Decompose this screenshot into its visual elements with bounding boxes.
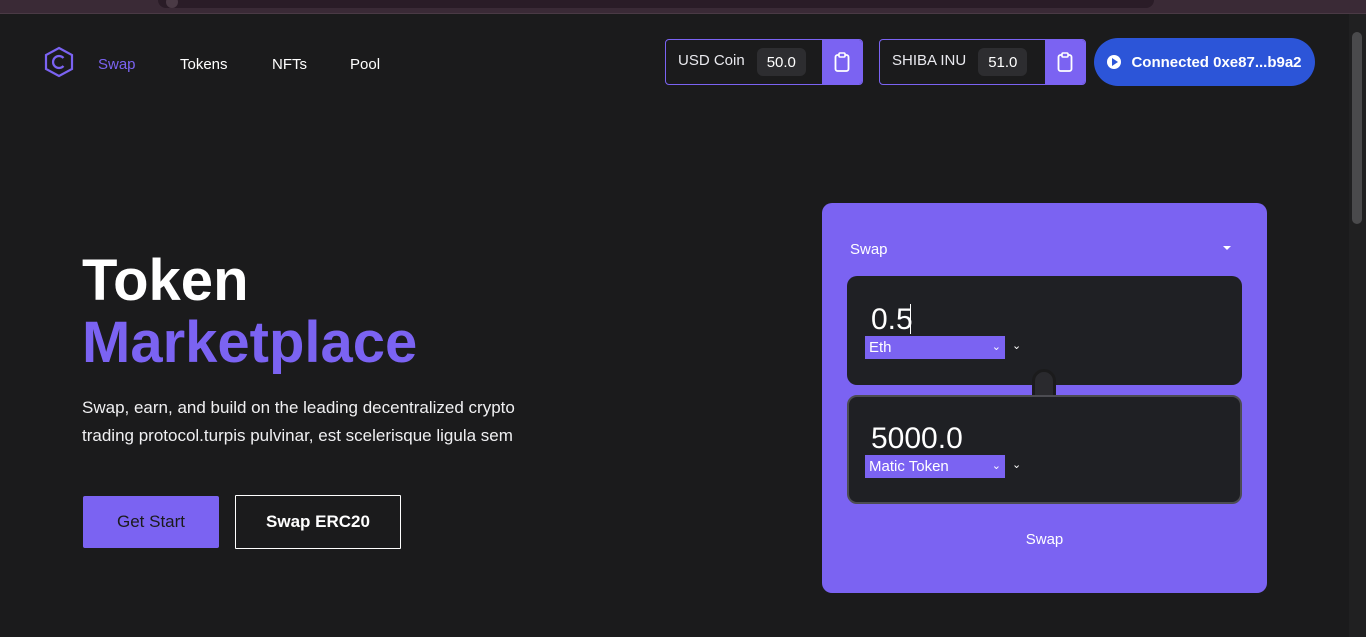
token-balance: 50.0	[756, 48, 806, 76]
hero-title: Token Marketplace	[82, 250, 417, 374]
logo-icon[interactable]	[44, 46, 74, 78]
swap-card: Swap Eth ⌄ ⌄ Matic Token ⌄ ⌄ Swap	[822, 203, 1267, 593]
swap-submit-button[interactable]: Swap	[822, 531, 1267, 548]
hero-title-line1: Token	[82, 248, 249, 313]
chevron-down-icon: ⌄	[991, 341, 1001, 353]
nav-link-tokens[interactable]: Tokens	[180, 56, 228, 73]
play-circle-icon	[1107, 55, 1122, 69]
token-balance: 51.0	[978, 48, 1028, 76]
token-name: USD Coin	[678, 51, 745, 69]
chevron-down-icon[interactable]: ⌄	[1012, 339, 1021, 352]
hero-description: Swap, earn, and build on the leading dec…	[82, 398, 515, 445]
page-scrollbar[interactable]	[1349, 14, 1366, 637]
get-start-button[interactable]: Get Start	[83, 496, 219, 548]
swap-heading: Swap	[850, 241, 888, 258]
from-token-select[interactable]: Eth ⌄	[865, 336, 1005, 359]
token-name: SHIBA INU	[892, 51, 967, 69]
to-token-select[interactable]: Matic Token ⌄	[865, 455, 1005, 478]
connect-wallet-button[interactable]: Connected 0xe87...b9a2	[1094, 38, 1315, 86]
chevron-down-icon: ⌄	[991, 460, 1001, 472]
from-amount-input[interactable]	[871, 300, 1191, 340]
settings-dropdown-icon[interactable]	[1223, 246, 1231, 250]
nav-link-pool[interactable]: Pool	[350, 56, 380, 73]
clipboard-icon	[1057, 52, 1073, 72]
nav-link-swap[interactable]: Swap	[98, 56, 136, 73]
copy-address-button[interactable]	[822, 40, 862, 84]
balance-usd-coin: USD Coin 50.0	[665, 39, 863, 85]
browser-address-bar[interactable]	[158, 0, 1154, 8]
scrollbar-thumb[interactable]	[1352, 32, 1362, 224]
balance-shiba-inu: SHIBA INU 51.0	[879, 39, 1086, 85]
wallet-label: Connected 0xe87...b9a2	[1131, 53, 1302, 71]
from-token-label: Eth	[869, 339, 892, 356]
to-amount-input[interactable]	[871, 419, 1191, 459]
copy-address-button[interactable]	[1045, 40, 1085, 84]
site-info-icon[interactable]	[166, 0, 178, 8]
nav-link-nfts[interactable]: NFTs	[272, 56, 307, 73]
hero-title-line2: Marketplace	[82, 310, 418, 375]
clipboard-icon	[834, 52, 850, 72]
to-token-label: Matic Token	[869, 458, 949, 475]
swap-to-panel: Matic Token ⌄ ⌄	[847, 395, 1242, 504]
swap-erc20-button[interactable]: Swap ERC20	[235, 495, 401, 549]
chevron-down-icon[interactable]: ⌄	[1012, 458, 1021, 471]
text-cursor	[910, 304, 911, 334]
browser-tab-strip	[0, 0, 1366, 14]
